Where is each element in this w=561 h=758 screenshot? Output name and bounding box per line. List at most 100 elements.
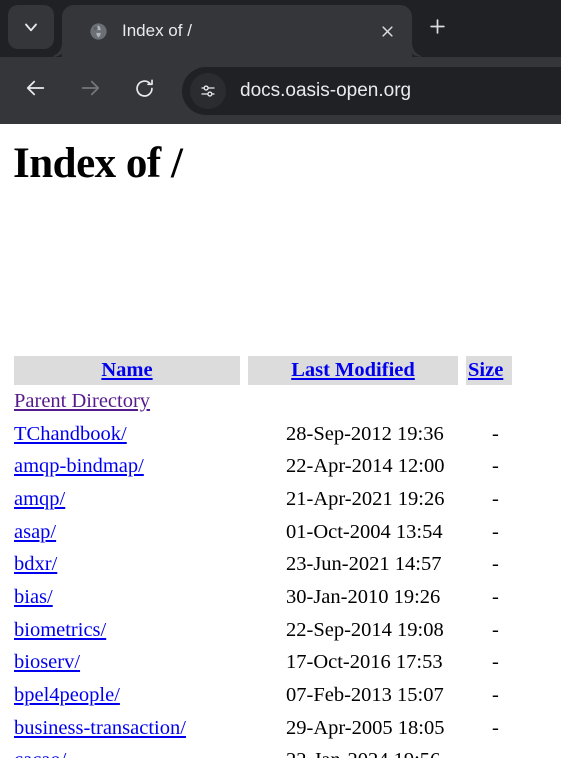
cell-gap bbox=[458, 614, 466, 647]
directory-listing-table: Name Last Modified Size Parent Directory bbox=[14, 356, 512, 758]
arrow-left-icon bbox=[25, 77, 47, 104]
cell-size: - bbox=[492, 585, 499, 608]
cell-gap bbox=[240, 516, 248, 549]
cell-gap bbox=[240, 614, 248, 647]
cell-gap bbox=[458, 712, 466, 745]
cell-gap bbox=[458, 745, 466, 758]
page-title: Index of / bbox=[13, 140, 183, 187]
directory-link[interactable]: amqp/ bbox=[14, 488, 65, 510]
sort-by-date-link[interactable]: Last Modified bbox=[291, 359, 415, 381]
table-row: TChandbook/28-Sep-2012 19:36 - bbox=[14, 418, 512, 451]
cell-gap bbox=[240, 483, 248, 516]
cell-modified: 01-Oct-2004 13:54 bbox=[286, 520, 443, 543]
cell-gap bbox=[458, 647, 466, 680]
cell-size: - bbox=[492, 487, 499, 510]
forward-button bbox=[68, 69, 112, 113]
cell-name: bpel4people/ bbox=[14, 679, 240, 712]
cell-gap bbox=[240, 548, 248, 581]
browser-chrome: Index of / docs.oasis-open.org bbox=[0, 0, 561, 124]
page-content: Index of / Name Last Modified Size Paren… bbox=[0, 124, 561, 758]
directory-link[interactable]: biometrics/ bbox=[14, 619, 106, 641]
cell-gap bbox=[458, 418, 466, 451]
column-gap-1 bbox=[240, 356, 248, 385]
new-tab-button[interactable] bbox=[420, 12, 454, 46]
cell-modified: 29-Apr-2005 18:05 bbox=[286, 716, 445, 739]
cell-name: amqp/ bbox=[14, 483, 240, 516]
reload-button[interactable] bbox=[122, 69, 166, 113]
table-row: bpel4people/07-Feb-2013 15:07 - bbox=[14, 679, 512, 712]
parent-directory-cell: Parent Directory bbox=[14, 385, 240, 418]
browser-toolbar: docs.oasis-open.org bbox=[0, 57, 561, 124]
table-row: bioserv/17-Oct-2016 17:53 - bbox=[14, 647, 512, 680]
directory-link[interactable]: bdxr/ bbox=[14, 553, 57, 575]
cell-gap bbox=[240, 745, 248, 758]
parent-directory-link[interactable]: Parent Directory bbox=[14, 390, 150, 412]
reload-icon bbox=[134, 78, 155, 104]
arrow-right-icon bbox=[79, 77, 101, 104]
cell-name: asap/ bbox=[14, 516, 240, 549]
cell-gap bbox=[458, 679, 466, 712]
back-button[interactable] bbox=[14, 69, 58, 113]
cell-size: - bbox=[492, 684, 499, 707]
tab-strip: Index of / bbox=[0, 0, 561, 57]
cell-gap bbox=[458, 548, 466, 581]
cell-gap bbox=[458, 483, 466, 516]
globe-icon bbox=[88, 21, 108, 41]
directory-link[interactable]: bias/ bbox=[14, 586, 53, 608]
cell-gap bbox=[458, 581, 466, 614]
tab-title: Index of / bbox=[122, 21, 192, 40]
directory-link[interactable]: bioserv/ bbox=[14, 651, 80, 673]
cell-modified: 17-Oct-2016 17:53 bbox=[286, 651, 443, 674]
column-header-name: Name bbox=[14, 356, 240, 385]
cell-gap bbox=[240, 418, 248, 451]
cell-size: - bbox=[492, 422, 499, 445]
cell-name: TChandbook/ bbox=[14, 418, 240, 451]
cell-modified: 22-Apr-2014 12:00 bbox=[286, 455, 445, 478]
directory-listing-body: Parent Directory TChandbook/28-Sep-2012 … bbox=[14, 385, 512, 758]
sort-by-name-link[interactable]: Name bbox=[101, 359, 152, 381]
column-header-size: Size bbox=[466, 356, 512, 385]
directory-link[interactable]: amqp-bindmap/ bbox=[14, 455, 144, 477]
directory-link[interactable]: business-transaction/ bbox=[14, 717, 186, 739]
plus-icon bbox=[428, 17, 447, 41]
cell-name: biometrics/ bbox=[14, 614, 240, 647]
directory-link[interactable]: bpel4people/ bbox=[14, 684, 120, 706]
cell-gap bbox=[240, 450, 248, 483]
cell-size: - bbox=[492, 553, 499, 576]
browser-tab[interactable]: Index of / bbox=[62, 5, 412, 57]
cell-size: - bbox=[492, 455, 499, 478]
directory-link[interactable]: TChandbook/ bbox=[14, 423, 127, 445]
close-icon[interactable] bbox=[372, 16, 402, 46]
table-row: amqp-bindmap/22-Apr-2014 12:00 - bbox=[14, 450, 512, 483]
table-row: business-transaction/29-Apr-2005 18:05 - bbox=[14, 712, 512, 745]
cell-modified: 30-Jan-2010 19:26 bbox=[286, 585, 441, 608]
cell-size: - bbox=[492, 651, 499, 674]
cell-modified: 22-Sep-2014 19:08 bbox=[286, 618, 444, 641]
cell-gap bbox=[240, 385, 248, 418]
tune-sliders-icon[interactable] bbox=[190, 72, 226, 109]
chevron-down-icon bbox=[21, 17, 41, 37]
table-row: Parent Directory bbox=[14, 385, 512, 418]
cell-modified bbox=[248, 385, 458, 418]
cell-modified: 23-Jun-2021 14:57 bbox=[286, 553, 442, 576]
cell-name: bdxr/ bbox=[14, 548, 240, 581]
address-bar[interactable]: docs.oasis-open.org bbox=[182, 66, 561, 115]
cell-name: bioserv/ bbox=[14, 647, 240, 680]
column-header-last-modified: Last Modified bbox=[248, 356, 458, 385]
cell-size: - bbox=[492, 618, 499, 641]
cell-gap bbox=[240, 712, 248, 745]
table-row: asap/01-Oct-2004 13:54 - bbox=[14, 516, 512, 549]
cell-name: bias/ bbox=[14, 581, 240, 614]
cell-gap bbox=[458, 385, 466, 418]
cell-size: - bbox=[492, 716, 499, 739]
cell-modified: 22-Jan-2024 19:56 bbox=[248, 745, 458, 758]
cell-gap bbox=[240, 581, 248, 614]
sort-by-size-link[interactable]: Size bbox=[468, 359, 503, 381]
directory-link[interactable]: asap/ bbox=[14, 521, 56, 543]
cell-name: business-transaction/ bbox=[14, 712, 240, 745]
cell-gap bbox=[240, 647, 248, 680]
table-row: cacao/22-Jan-2024 19:56- bbox=[14, 745, 512, 758]
directory-link[interactable]: cacao/ bbox=[14, 749, 66, 758]
table-header-row: Name Last Modified Size bbox=[14, 356, 512, 385]
table-row: biometrics/22-Sep-2014 19:08 - bbox=[14, 614, 512, 647]
